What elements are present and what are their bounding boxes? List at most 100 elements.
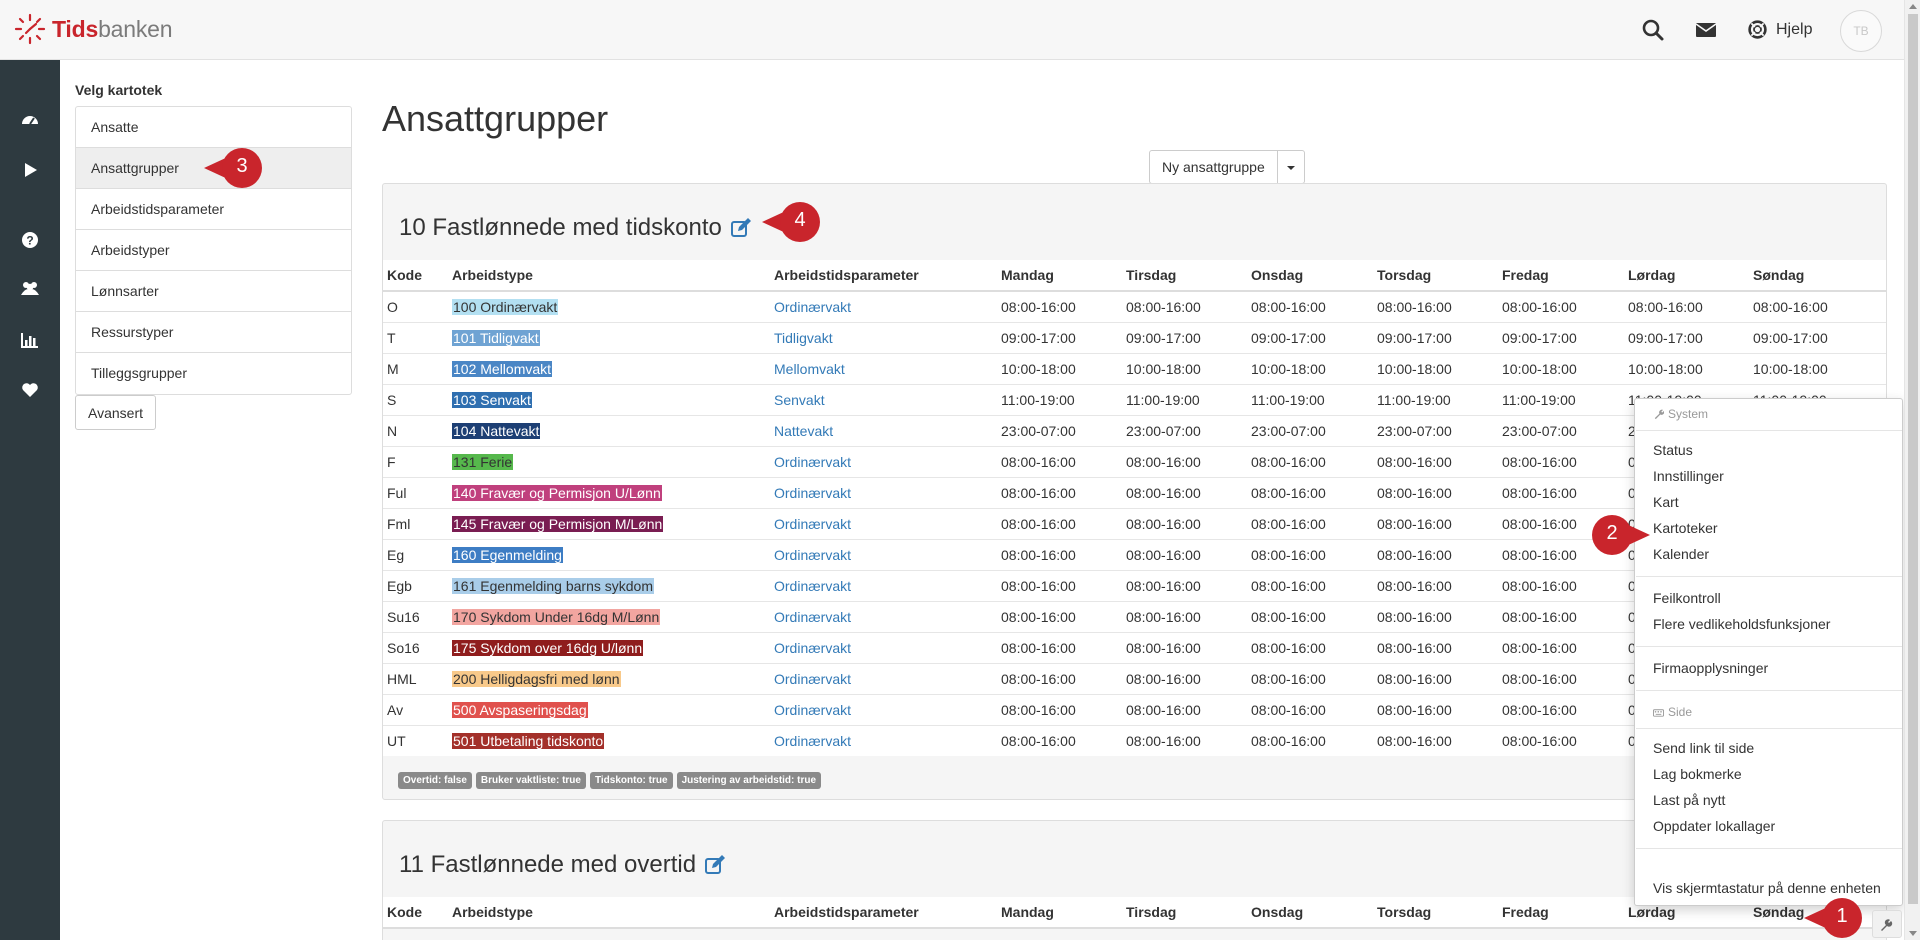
menu-item-firmaopplysninger[interactable]: Firmaopplysninger [1653, 660, 1768, 676]
cell-arbeidstype: 145 Fravær og Permisjon M/Lønn [448, 507, 770, 539]
cell-time: 08:00-16:00 [1122, 693, 1247, 725]
scroll-thumb[interactable] [1908, 14, 1918, 904]
page-scrollbar[interactable] [1904, 0, 1920, 940]
parameter-link[interactable]: Ordinærvakt [774, 733, 851, 749]
parameter-link[interactable]: Ordinærvakt [774, 516, 851, 532]
parameter-link[interactable]: Ordinærvakt [774, 547, 851, 563]
cell-arbeidstidsparameter: Ordinærvakt [770, 693, 997, 725]
parameter-link[interactable]: Tidligvakt [774, 330, 833, 346]
new-employee-group-button[interactable]: Ny ansattgruppe [1149, 150, 1278, 184]
cell-time: 09:00-17:00 [1624, 321, 1749, 353]
cell-time: 08:00-16:00 [1373, 600, 1498, 632]
mail-icon[interactable] [1694, 18, 1718, 42]
system-dropdown-menu: System Status Innstillinger Kart Kartote… [1634, 398, 1903, 906]
chart-icon[interactable] [20, 330, 40, 350]
cell-time: 11:00-19:00 [1498, 383, 1624, 415]
scroll-up-arrow[interactable] [1909, 4, 1917, 9]
clock-logo-icon [14, 13, 46, 45]
menu-item-status[interactable]: Status [1653, 442, 1693, 458]
worktype-label: 501 Utbetaling tidskonto [452, 732, 605, 749]
cell-time: 08:00-16:00 [1247, 569, 1373, 601]
cell-time: 08:00-16:00 [1498, 662, 1624, 694]
group-title-text: 10 Fastlønnede med tidskonto [399, 214, 722, 241]
cell-time: 08:00-16:00 [997, 693, 1122, 725]
menu-item-feilkontroll[interactable]: Feilkontroll [1653, 590, 1721, 606]
parameter-link[interactable]: Ordinærvakt [774, 671, 851, 687]
cell-arbeidstype: 175 Sykdom over 16dg U/lønn [448, 631, 770, 663]
cell-time: 23:00-07:00 [1498, 414, 1624, 446]
help-label: Hjelp [1776, 20, 1813, 38]
badge-bruker-vaktliste: Bruker vaktliste: true [475, 772, 586, 789]
help-icon[interactable]: ? [20, 230, 40, 250]
kartotek-item-ressurstyper[interactable]: Ressurstyper [76, 312, 351, 353]
search-icon[interactable] [1641, 18, 1665, 42]
cell-time: 08:00-16:00 [1373, 631, 1498, 663]
menu-item-kartoteker[interactable]: Kartoteker [1653, 520, 1718, 536]
system-section-header: System [1653, 407, 1708, 421]
menu-item-innstillinger[interactable]: Innstillinger [1653, 468, 1724, 484]
cell-time: 08:00-16:00 [1247, 507, 1373, 539]
worktype-label: 101 Tidligvakt [452, 329, 540, 346]
group-title: 10 Fastlønnede med tidskonto [399, 214, 752, 242]
tidsbanken-logo[interactable]: Tidsbanken [14, 13, 173, 45]
dashboard-icon[interactable] [20, 110, 40, 130]
play-icon[interactable] [20, 160, 40, 180]
menu-item-keyboard[interactable]: Vis skjermtastatur på denne enheten [1653, 880, 1881, 896]
cell-time: 09:00-17:00 [997, 321, 1122, 353]
new-group-dropdown-toggle[interactable] [1277, 150, 1305, 184]
kartotek-item-arbeidstyper[interactable]: Arbeidstyper [76, 230, 351, 271]
cell-time: 10:00-18:00 [1749, 352, 1886, 384]
cell-time: 08:00-16:00 [1122, 507, 1247, 539]
parameter-link[interactable]: Nattevakt [774, 423, 833, 439]
worktype-label: 140 Fravær og Permisjon U/Lønn [452, 484, 662, 501]
parameter-link[interactable]: Ordinærvakt [774, 702, 851, 718]
parameter-link[interactable]: Ordinærvakt [774, 609, 851, 625]
scroll-down-arrow[interactable] [1909, 931, 1917, 936]
parameter-link[interactable]: Senvakt [774, 392, 825, 408]
cell-arbeidstype: 170 Sykdom Under 16dg M/Lønn [448, 600, 770, 632]
cell-time: 08:00-16:00 [1247, 476, 1373, 508]
cell-arbeidstidsparameter: Ordinærvakt [770, 569, 997, 601]
menu-item-send-link[interactable]: Send link til side [1653, 740, 1754, 756]
menu-item-bokmerke[interactable]: Lag bokmerke [1653, 766, 1742, 782]
cell-arbeidstidsparameter: Ordinærvakt [770, 631, 997, 663]
menu-item-vedlikehold[interactable]: Flere vedlikeholdsfunksjoner [1653, 616, 1830, 632]
table-row[interactable]: M 102 Mellomvakt Mellomvakt 10:00-18:00 10:0… [383, 352, 1886, 384]
menu-divider [1636, 646, 1902, 647]
kartotek-item-ansatte[interactable]: Ansatte [76, 107, 351, 148]
parameter-link[interactable]: Mellomvakt [774, 361, 845, 377]
menu-item-update-storage[interactable]: Oppdater lokallager [1653, 818, 1775, 834]
cell-time: 08:00-16:00 [1122, 631, 1247, 663]
cell-arbeidstype: 103 Senvakt [448, 383, 770, 415]
cell-arbeidstype: 161 Egenmelding barns sykdom [448, 569, 770, 601]
table-row[interactable]: O 100 Ordinærvakt Ordinærvakt 08:00-16:00 08… [383, 290, 1886, 322]
user-avatar[interactable]: TB [1840, 10, 1882, 52]
kartotek-item-arbeidstidsparameter[interactable]: Arbeidstidsparameter [76, 189, 351, 230]
cell-time: 08:00-16:00 [1247, 600, 1373, 632]
callout-4: 4 [760, 201, 822, 243]
users-icon[interactable] [20, 278, 40, 298]
kartotek-item-tilleggsgrupper[interactable]: Tilleggsgrupper [76, 353, 351, 394]
kartotek-item-lonnsarter[interactable]: Lønnsarter [76, 271, 351, 312]
kartotek-label: Velg kartotek [75, 82, 163, 98]
parameter-link[interactable]: Ordinærvakt [774, 299, 851, 315]
edit-icon[interactable] [730, 217, 752, 239]
menu-item-reload[interactable]: Last på nytt [1653, 792, 1725, 808]
parameter-link[interactable]: Ordinærvakt [774, 454, 851, 470]
help-link[interactable]: Hjelp [1747, 19, 1812, 40]
cell-time: 08:00-16:00 [997, 445, 1122, 477]
cell-time: 08:00-16:00 [997, 662, 1122, 694]
system-menu-button[interactable] [1872, 910, 1902, 938]
callout-3: 3 [202, 147, 264, 189]
worktype-label: 102 Mellomvakt [452, 360, 553, 377]
parameter-link[interactable]: Ordinærvakt [774, 640, 851, 656]
menu-item-kart[interactable]: Kart [1653, 494, 1679, 510]
parameter-link[interactable]: Ordinærvakt [774, 485, 851, 501]
menu-item-kalender[interactable]: Kalender [1653, 546, 1709, 562]
edit-icon[interactable] [704, 854, 726, 876]
table-row[interactable]: T 101 Tidligvakt Tidligvakt 09:00-17:00 09:0… [383, 321, 1886, 353]
column-header: Torsdag [1373, 260, 1498, 292]
heart-icon[interactable] [20, 380, 40, 400]
parameter-link[interactable]: Ordinærvakt [774, 578, 851, 594]
advanced-button[interactable]: Avansert [75, 395, 156, 430]
